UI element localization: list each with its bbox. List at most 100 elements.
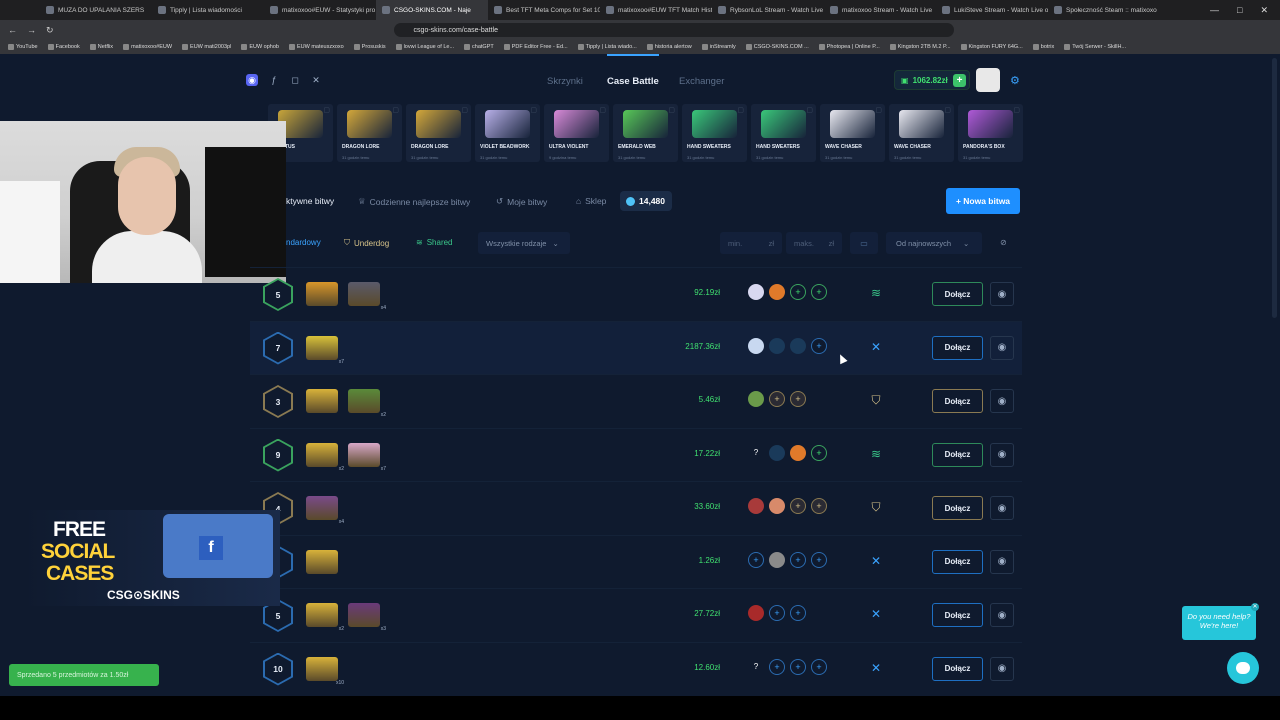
- join-battle-button[interactable]: Dołącz: [932, 389, 983, 413]
- bookmark-item[interactable]: Twój Serwer - SkillH...: [1064, 44, 1126, 50]
- join-slot-plus-icon[interactable]: +: [811, 498, 827, 514]
- player-avatar[interactable]: [790, 337, 806, 354]
- player-avatar[interactable]: [748, 605, 764, 621]
- watch-eye-icon[interactable]: ◉: [990, 282, 1014, 306]
- watch-eye-icon[interactable]: ◉: [990, 496, 1014, 520]
- watch-eye-icon[interactable]: ◉: [990, 656, 1014, 681]
- user-avatar[interactable]: [976, 68, 1000, 92]
- close-window-icon[interactable]: ✕: [1260, 5, 1268, 16]
- bookmark-item[interactable]: botrix: [1032, 44, 1054, 50]
- join-battle-button[interactable]: Dołącz: [932, 442, 983, 467]
- join-slot-plus-icon[interactable]: +: [790, 498, 806, 514]
- bookmark-item[interactable]: Kingston 2TB M.2 P...: [889, 44, 951, 50]
- nav-case-battle[interactable]: Case Battle: [607, 54, 659, 87]
- drop-card[interactable]: ▢ DRAGON LORE 31 godzin temu: [406, 104, 471, 162]
- promo-banner[interactable]: f FREE SOCIAL CASES CSG⊙SKINS: [23, 510, 280, 606]
- join-slot-plus-icon[interactable]: +: [790, 551, 806, 568]
- bookmark-item[interactable]: Photopea | Online P...: [818, 44, 880, 50]
- player-avatar[interactable]: [748, 391, 764, 407]
- join-battle-button[interactable]: Dołącz: [932, 282, 983, 306]
- watch-eye-icon[interactable]: ◉: [990, 335, 1014, 360]
- chat-bubble-icon[interactable]: [1227, 652, 1259, 684]
- help-popup[interactable]: Do you need help? We're here! ✕: [1182, 603, 1259, 640]
- tab-shop[interactable]: ⌂ Sklep: [576, 196, 606, 206]
- join-slot-plus-icon[interactable]: +: [748, 551, 764, 568]
- browser-tab[interactable]: matixoxoo#EUW TFT Match Hist: [600, 0, 712, 20]
- bookmark-item[interactable]: YouTube: [8, 44, 38, 50]
- bookmark-item[interactable]: Prosuskis: [353, 44, 386, 50]
- bookmark-item[interactable]: EUW mateuszxoxo: [288, 44, 344, 50]
- battle-type-select[interactable]: Wszystkie rodzaje ⌄: [478, 232, 570, 254]
- reload-icon[interactable]: ↻: [46, 25, 54, 36]
- min-price-input[interactable]: min. zł: [720, 232, 782, 254]
- drop-card[interactable]: ▢ ULTRA VIOLENT 9 godzina temu: [544, 104, 609, 162]
- filter-underdog[interactable]: ⛉ Underdog: [344, 238, 389, 248]
- bookmark-item[interactable]: EUW ophob: [241, 44, 279, 50]
- bookmark-item[interactable]: Kingston FURY 64G...: [960, 44, 1023, 50]
- browser-tab[interactable]: Best TFT Meta Comps for Set 10: [488, 0, 600, 20]
- browser-tab[interactable]: RybsonLoL Stream - Watch Live: [712, 0, 824, 20]
- bookmark-item[interactable]: EUW mati2003pl: [182, 44, 231, 50]
- battle-row[interactable]: 4 x4 33.60zł + + ⛉ Dołącz ◉: [250, 481, 1022, 535]
- join-slot-plus-icon[interactable]: +: [811, 284, 827, 300]
- join-battle-button[interactable]: Dołącz: [932, 335, 983, 360]
- join-slot-plus-icon[interactable]: +: [769, 391, 785, 407]
- new-battle-button[interactable]: + Nowa bitwa: [946, 188, 1020, 214]
- bookmark-item[interactable]: historia alertow: [646, 44, 692, 50]
- tab-daily-best[interactable]: ♕ Codzienne najlepsze bitwy: [358, 196, 470, 207]
- battle-row[interactable]: 5 x2 x3 27.72zł + + ✕ Dołącz ◉: [250, 588, 1022, 642]
- join-battle-button[interactable]: Dołącz: [932, 496, 983, 520]
- player-avatar[interactable]: [769, 284, 785, 300]
- bookmark-item[interactable]: Netflix: [89, 44, 113, 50]
- watch-eye-icon[interactable]: ◉: [990, 603, 1014, 627]
- bookmark-item[interactable]: Facebook: [47, 44, 80, 50]
- join-slot-plus-icon[interactable]: +: [769, 605, 785, 621]
- sort-select[interactable]: Od najnowszych ⌄: [886, 232, 982, 254]
- bookmark-item[interactable]: chatGPT: [464, 44, 494, 50]
- drop-card[interactable]: ▢ EMERALD WEB 31 godzin temu: [613, 104, 678, 162]
- nav-skrzynki[interactable]: Skrzynki: [547, 76, 583, 87]
- player-avatar[interactable]: [790, 444, 806, 461]
- join-battle-button[interactable]: Dołącz: [932, 549, 983, 574]
- x-twitter-icon[interactable]: ✕: [310, 74, 322, 86]
- battle-row[interactable]: 1.26zł + + + ✕ Dołącz ◉: [250, 534, 1022, 589]
- join-slot-plus-icon[interactable]: +: [769, 658, 785, 675]
- url-input[interactable]: csgo-skins.com/case-battle: [393, 23, 954, 37]
- back-icon[interactable]: ←: [8, 25, 17, 36]
- minimize-icon[interactable]: —: [1210, 5, 1219, 16]
- browser-tab[interactable]: matixoxoo Stream - Watch Live: [824, 0, 936, 20]
- balance-display[interactable]: ▣ 1062.82zł +: [894, 70, 970, 90]
- player-avatar[interactable]: [748, 284, 764, 300]
- tab-active-battles[interactable]: ktywne bitwy: [286, 196, 334, 206]
- drop-card[interactable]: ▢ HAND SWEATERS 31 godzin temu: [751, 104, 816, 162]
- player-avatar[interactable]: [748, 498, 764, 514]
- battle-row[interactable]: 9 x2 x7 17.22zł? + ≋ Dołącz ◉: [250, 427, 1022, 482]
- deposit-button[interactable]: +: [953, 74, 966, 87]
- discord-icon[interactable]: ◉: [246, 74, 258, 86]
- nav-exchanger[interactable]: Exchanger: [679, 76, 724, 87]
- battle-row[interactable]: 3 x2 5.46zł + + ⛉ Dołącz ◉: [250, 374, 1022, 428]
- drop-card[interactable]: ▢ WAVE CHASER 31 godzin temu: [889, 104, 954, 162]
- browser-tab[interactable]: CSGO-SKINS.COM - Naje: [376, 0, 488, 20]
- browser-tab[interactable]: Społeczność Steam :: matixoxo: [1048, 0, 1160, 20]
- sale-toast[interactable]: Sprzedano 5 przedmiotów za 1.50zł: [9, 664, 159, 686]
- bookmark-item[interactable]: PDF Editor Free - Ed...: [503, 44, 568, 50]
- join-slot-plus-icon[interactable]: +: [790, 284, 806, 300]
- battle-row[interactable]: 7 x7 2187.36zł + ✕ Dołącz ◉: [250, 320, 1022, 374]
- battle-row[interactable]: 5 x4 92.19zł + + ≋ Dołącz ◉: [250, 267, 1022, 321]
- player-avatar[interactable]: [769, 551, 785, 568]
- join-slot-plus-icon[interactable]: +: [811, 658, 827, 675]
- filter-standard[interactable]: ndardowy: [286, 238, 321, 247]
- join-slot-plus-icon[interactable]: +: [811, 337, 827, 354]
- drop-card[interactable]: ▢ WAVE CHASER 31 godzin temu: [820, 104, 885, 162]
- maximize-icon[interactable]: □: [1237, 5, 1242, 16]
- browser-tab[interactable]: LukiSteve Stream - Watch Live or: [936, 0, 1048, 20]
- join-slot-plus-icon[interactable]: +: [790, 391, 806, 407]
- browser-tab[interactable]: Tipply | Lista wiadomości: [152, 0, 264, 20]
- max-price-input[interactable]: maks. zł: [786, 232, 842, 254]
- reset-filters-icon[interactable]: ⊘: [1000, 238, 1007, 247]
- bookmark-item[interactable]: CSGO-SKINS.COM ...: [745, 44, 809, 50]
- drop-card[interactable]: ▢ VIOLET BEADWORK 31 godzin temu: [475, 104, 540, 162]
- bookmark-item[interactable]: lovwi League of Le...: [395, 44, 454, 50]
- bookmark-item[interactable]: inStreamly: [701, 44, 736, 50]
